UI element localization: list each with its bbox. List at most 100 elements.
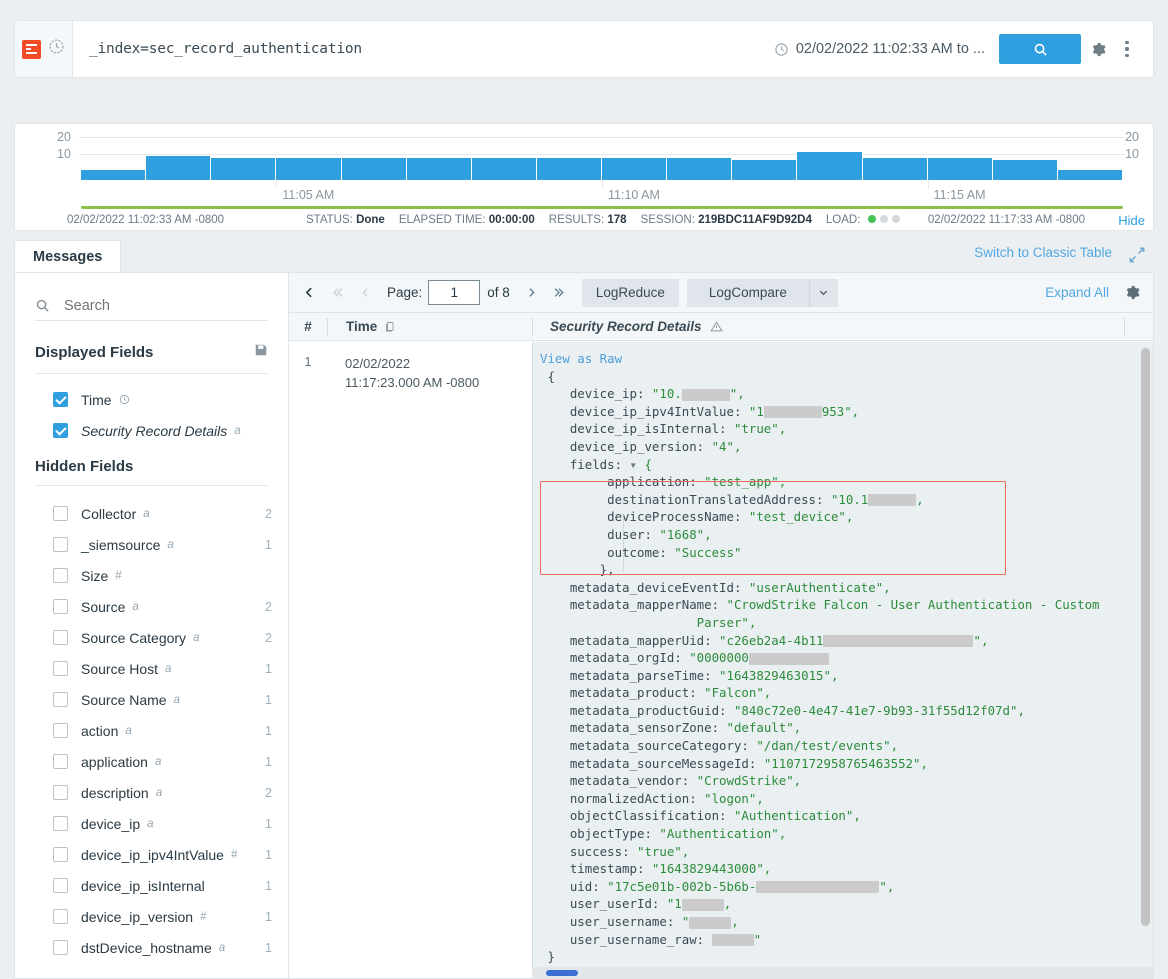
field-checkbox[interactable] [53, 816, 68, 831]
detail-horizontal-scrollbar[interactable] [546, 970, 578, 976]
field-row[interactable]: dstDevice_hostnamea1 [15, 932, 288, 963]
run-search-button[interactable] [999, 34, 1081, 64]
field-count: 1 [265, 724, 272, 738]
histogram-bar[interactable] [276, 158, 341, 180]
histogram-bar[interactable] [81, 170, 146, 180]
displayed-fields-divider [35, 373, 268, 374]
histogram-bar[interactable] [928, 158, 993, 180]
table-row: 1 02/02/2022 11:17:23.000 AM -0800 View … [289, 342, 1153, 978]
histogram-bar[interactable] [1058, 170, 1123, 180]
field-checkbox[interactable] [53, 599, 68, 614]
histogram-bar[interactable] [146, 156, 211, 180]
field-row[interactable]: Size# [15, 560, 288, 591]
field-row[interactable]: Source Categorya2 [15, 622, 288, 653]
column-header-details[interactable]: Security Record Details [532, 318, 1153, 336]
histogram-bar[interactable] [797, 152, 862, 180]
field-count: 2 [265, 631, 272, 645]
field-row[interactable]: actiona1 [15, 715, 288, 746]
tab-messages[interactable]: Messages [14, 240, 121, 272]
fields-search[interactable] [35, 291, 268, 321]
gear-icon [1124, 284, 1141, 301]
field-row[interactable]: descriptiona2 [15, 777, 288, 808]
histogram-bar[interactable] [211, 158, 276, 180]
query-input[interactable]: _index=sec_record_authentication [73, 41, 774, 57]
clock-history-icon[interactable] [48, 38, 65, 60]
logcompare-button[interactable]: LogCompare [687, 279, 810, 307]
field-row[interactable]: device_ipa1 [15, 808, 288, 839]
collapse-sidebar-button[interactable] [295, 279, 323, 307]
histogram-bar[interactable] [472, 158, 537, 180]
field-checkbox[interactable] [53, 878, 68, 893]
results-label: RESULTS: [549, 214, 604, 226]
field-row[interactable]: _siemsourcea1 [15, 529, 288, 560]
switch-to-classic-table-link[interactable]: Switch to Classic Table [974, 245, 1112, 260]
logreduce-button[interactable]: LogReduce [582, 279, 679, 307]
histogram-bar[interactable] [602, 158, 667, 180]
detail-vertical-scrollbar[interactable] [1141, 348, 1150, 926]
field-checkbox[interactable] [53, 423, 68, 438]
logcompare-split-button: LogCompare [687, 279, 838, 307]
histogram-bar[interactable] [537, 158, 602, 180]
search-settings-button[interactable] [1081, 34, 1115, 64]
field-checkbox[interactable] [53, 909, 68, 924]
field-count: 1 [265, 879, 272, 893]
field-checkbox[interactable] [53, 568, 68, 583]
first-page-button[interactable] [323, 279, 351, 307]
page-number-input[interactable] [428, 280, 480, 305]
histogram-bar[interactable] [993, 160, 1058, 180]
search-input[interactable] [62, 297, 242, 315]
field-row[interactable]: Source Namea1 [15, 684, 288, 715]
prev-page-button[interactable] [351, 279, 379, 307]
more-options-button[interactable] [1115, 34, 1139, 64]
histogram-bar[interactable] [342, 158, 407, 180]
field-row[interactable]: Source Hosta1 [15, 653, 288, 684]
load-dot-3 [892, 215, 900, 223]
field-row[interactable]: device_ip_ipv4IntValue#1 [15, 839, 288, 870]
field-count: 1 [265, 910, 272, 924]
field-row[interactable]: Sourcea2 [15, 591, 288, 622]
field-checkbox[interactable] [53, 630, 68, 645]
hide-histogram-link[interactable]: Hide [1118, 213, 1145, 228]
column-header-time[interactable]: Time [327, 318, 532, 336]
column-resize-handle[interactable] [1124, 317, 1125, 336]
field-row[interactable]: Time [15, 384, 288, 415]
field-checkbox[interactable] [53, 847, 68, 862]
histogram-bar[interactable] [863, 158, 928, 180]
table-settings-button[interactable] [1124, 284, 1141, 301]
field-checkbox[interactable] [53, 940, 68, 955]
field-checkbox[interactable] [53, 692, 68, 707]
field-checkbox[interactable] [53, 537, 68, 552]
logcompare-dropdown-button[interactable] [810, 279, 838, 307]
sumo-logo-icon [22, 40, 41, 59]
save-disk-icon[interactable] [254, 343, 268, 361]
hidden-fields-list: Collectora2_siemsourcea1Size#Sourcea2Sou… [15, 498, 288, 963]
histogram-bar[interactable] [407, 158, 472, 180]
field-checkbox[interactable] [53, 785, 68, 800]
view-as-raw-link[interactable]: View as Raw [540, 351, 622, 366]
chevron-left-icon [303, 286, 316, 299]
last-page-button[interactable] [546, 279, 574, 307]
field-checkbox[interactable] [53, 754, 68, 769]
expand-arrows-icon[interactable] [1128, 246, 1146, 264]
field-row[interactable]: Collectora2 [15, 498, 288, 529]
field-checkbox[interactable] [53, 392, 68, 407]
time-range-selector[interactable]: 02/02/2022 11:02:33 AM to ... [774, 41, 985, 57]
next-page-button[interactable] [518, 279, 546, 307]
field-type-icon: a [156, 787, 162, 799]
field-checkbox[interactable] [53, 723, 68, 738]
histogram-bar[interactable] [732, 160, 797, 180]
field-checkbox[interactable] [53, 661, 68, 676]
detail-horizontal-scrollbar-track[interactable] [532, 967, 1153, 978]
time-range-label: 02/02/2022 11:02:33 AM to ... [796, 41, 985, 57]
field-checkbox[interactable] [53, 506, 68, 521]
field-row[interactable]: applicationa1 [15, 746, 288, 777]
field-row[interactable]: device_ip_isInternal1 [15, 870, 288, 901]
load-group: LOAD: [826, 214, 900, 226]
hidden-fields-title: Hidden Fields [35, 458, 268, 475]
field-type-icon: a [125, 725, 131, 737]
field-row[interactable]: device_ip_version#1 [15, 901, 288, 932]
expand-all-link[interactable]: Expand All [1045, 285, 1109, 300]
histogram-chart: 20 10 20 10 11:05 AM11:10 AM11:15 AM [15, 132, 1155, 192]
field-row[interactable]: Security Record Detailsa [15, 415, 288, 446]
histogram-bar[interactable] [667, 158, 732, 180]
